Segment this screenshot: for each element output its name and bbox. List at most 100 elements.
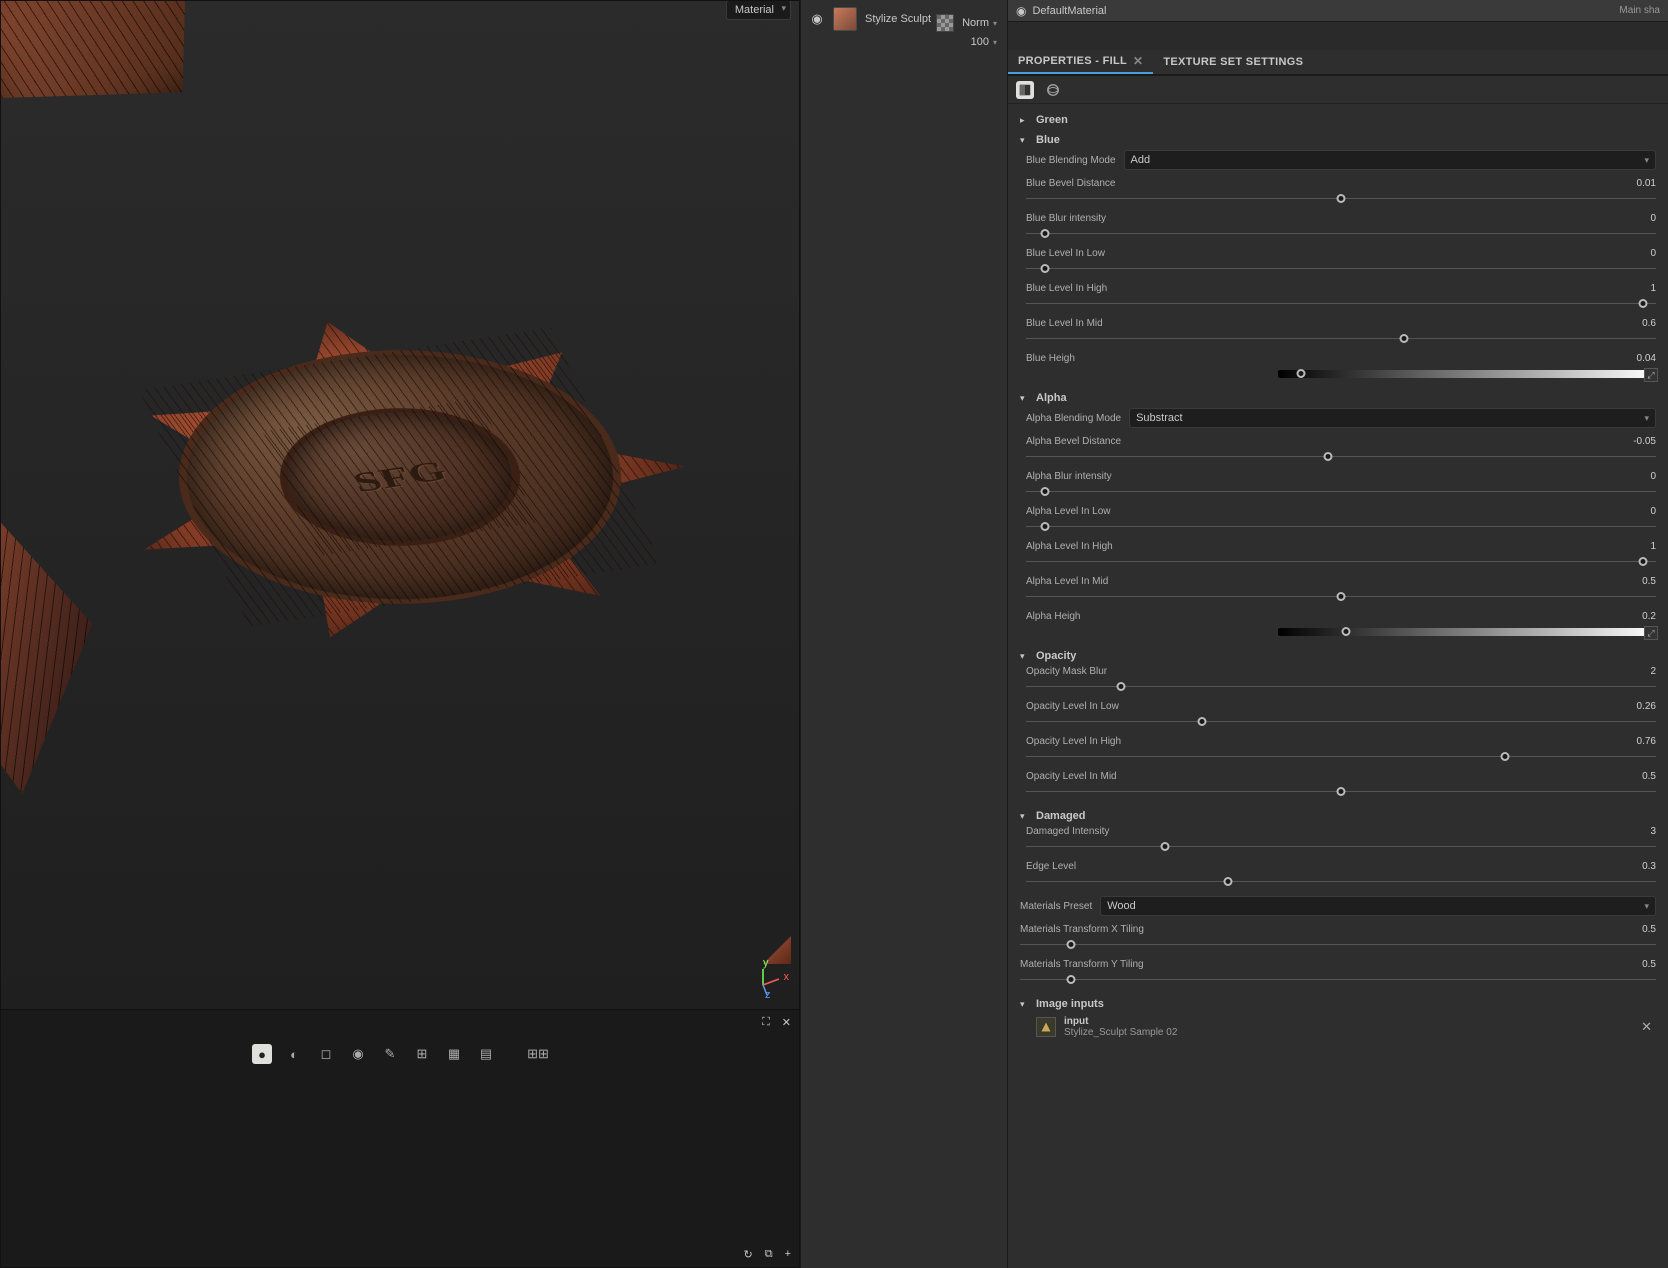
prop-label: Materials Preset <box>1020 901 1092 912</box>
section-blue[interactable]: ▾ Blue <box>1020 128 1656 148</box>
slider[interactable] <box>1026 228 1656 240</box>
alpha-level-high: Alpha Level In High1 <box>1026 539 1656 574</box>
channel-icon-height[interactable]: ✎ <box>380 1044 400 1064</box>
slider[interactable] <box>1026 841 1656 853</box>
close-icon[interactable]: ✕ <box>1133 54 1143 68</box>
expand-icon[interactable]: ⤢ <box>1644 368 1658 382</box>
material-header: ◉ DefaultMaterial Main sha <box>1008 0 1668 22</box>
slider[interactable] <box>1026 591 1656 603</box>
section-opacity[interactable]: ▾ Opacity <box>1020 644 1656 664</box>
axis-z-label: z <box>765 989 771 1001</box>
chevron-right-icon: ▸ <box>1020 115 1030 126</box>
viewport-3d[interactable]: Material y x z <box>0 0 800 1010</box>
slider[interactable] <box>1026 298 1656 310</box>
properties-scroll[interactable]: ▸ Green ▾ Blue Blue Blending Mode Add Bl… <box>1008 104 1668 1268</box>
tab-label: PROPERTIES - FILL <box>1018 55 1127 67</box>
alpha-blur: Alpha Blur intensity0 <box>1026 469 1656 504</box>
viewport-mode-label: Material <box>735 4 774 16</box>
channel-icon-ao[interactable]: ◐ <box>284 1044 304 1064</box>
tiling-x: Materials Transform X Tiling0.5 <box>1020 922 1656 957</box>
layer-opacity-value: 100 <box>971 36 989 48</box>
slider[interactable] <box>1026 486 1656 498</box>
slider[interactable] <box>1026 451 1656 463</box>
close-icon[interactable]: ✕ <box>782 1016 791 1029</box>
channel-icon-basecolor[interactable]: ● <box>252 1044 272 1064</box>
channel-icon-normal[interactable]: ◻ <box>316 1044 336 1064</box>
tab-texture-set[interactable]: TEXTURE SET SETTINGS <box>1153 50 1313 74</box>
tab-properties[interactable]: PROPERTIES - FILL ✕ <box>1008 50 1153 74</box>
channel-icon-user[interactable]: ▤ <box>476 1044 496 1064</box>
blue-level-low: Blue Level In Low0 <box>1026 246 1656 281</box>
section-label: Damaged <box>1036 810 1086 822</box>
chevron-down-icon: ▾ <box>1020 999 1030 1010</box>
alpha-level-mid: Alpha Level In Mid0.5 <box>1026 574 1656 609</box>
section-image-inputs[interactable]: ▾ Image inputs <box>1020 992 1656 1012</box>
section-damaged[interactable]: ▾ Damaged <box>1020 804 1656 824</box>
fill-mode-icon[interactable] <box>1016 81 1034 99</box>
history-refresh-icon[interactable]: ↻ <box>743 1248 752 1261</box>
blue-level-mid: Blue Level In Mid0.6 <box>1026 316 1656 351</box>
blue-level-high: Blue Level In High1 <box>1026 281 1656 316</box>
viewport-mode-dropdown[interactable]: Material <box>726 0 791 20</box>
add-icon[interactable]: + <box>785 1248 791 1261</box>
slider[interactable] <box>1026 263 1656 275</box>
opacity-mask-blur: Opacity Mask Blur2 <box>1026 664 1656 699</box>
section-label: Alpha <box>1036 392 1067 404</box>
chevron-down-icon: ▾ <box>1020 811 1030 822</box>
blue-blend-mode-dropdown[interactable]: Add <box>1124 150 1656 170</box>
slider[interactable] <box>1026 193 1656 205</box>
grid-icon[interactable]: ⊞⊞ <box>528 1044 548 1064</box>
shader-label[interactable]: Main sha <box>1619 5 1660 16</box>
slider[interactable]: ⤢ <box>1278 626 1656 638</box>
chevron-down-icon: ▾ <box>1020 393 1030 404</box>
alpha-blend-mode-dropdown[interactable]: Substract <box>1129 408 1656 428</box>
layer-opacity-dropdown[interactable]: 100 <box>971 36 997 48</box>
slider[interactable] <box>1026 333 1656 345</box>
input-name: Stylize_Sculpt Sample 02 <box>1064 1027 1177 1038</box>
mesh-fragment <box>0 518 113 800</box>
chevron-down-icon: ▾ <box>1020 135 1030 146</box>
slider[interactable] <box>1026 876 1656 888</box>
mesh-preview <box>57 280 743 673</box>
slider[interactable] <box>1020 939 1656 951</box>
checker-icon <box>936 14 954 32</box>
section-label: Blue <box>1036 134 1060 146</box>
slider[interactable] <box>1026 786 1656 798</box>
axis-gizmo[interactable]: y x z <box>745 957 789 1001</box>
layer-thumbnail[interactable] <box>833 7 857 31</box>
folder-icon[interactable]: ⧉ <box>765 1248 773 1261</box>
slider[interactable] <box>1026 556 1656 568</box>
close-icon[interactable]: ✕ <box>1641 1019 1656 1035</box>
alpha-level-low: Alpha Level In Low0 <box>1026 504 1656 539</box>
projection-mode-icon[interactable] <box>1044 81 1062 99</box>
image-input-row[interactable]: input Stylize_Sculpt Sample 02 ✕ <box>1020 1012 1656 1040</box>
section-green[interactable]: ▸ Green <box>1020 108 1656 128</box>
image-thumbnail[interactable] <box>1036 1017 1056 1037</box>
section-label: Opacity <box>1036 650 1076 662</box>
visibility-icon[interactable]: ◉ <box>809 11 825 27</box>
expand-icon[interactable]: ⛶ <box>762 1016 770 1029</box>
materials-preset-dropdown[interactable]: Wood <box>1100 896 1656 916</box>
tab-label: TEXTURE SET SETTINGS <box>1163 56 1303 68</box>
blue-blur: Blue Blur intensity0 <box>1026 211 1656 246</box>
opacity-level-low: Opacity Level In Low0.26 <box>1026 699 1656 734</box>
slider[interactable] <box>1020 974 1656 986</box>
alpha-bevel-distance: Alpha Bevel Distance-0.05 <box>1026 434 1656 469</box>
blend-mode-label: Norm <box>962 17 989 29</box>
material-name[interactable]: DefaultMaterial <box>1032 5 1613 17</box>
slider[interactable] <box>1026 751 1656 763</box>
chevron-down-icon: ▾ <box>1020 651 1030 662</box>
visibility-icon[interactable]: ◉ <box>1016 4 1026 18</box>
slider[interactable] <box>1026 716 1656 728</box>
channel-icon-metal[interactable]: ▦ <box>444 1044 464 1064</box>
slider[interactable] <box>1026 521 1656 533</box>
channel-icon-mask[interactable]: ◉ <box>348 1044 368 1064</box>
viewport-2d[interactable]: ⛶ ✕ ● ◐ ◻ ◉ ✎ ⊞ ▦ ▤ ⊞⊞ ↻ ⧉ + <box>0 1010 800 1268</box>
blend-mode-dropdown[interactable]: Norm <box>936 14 997 32</box>
expand-icon[interactable]: ⤢ <box>1644 626 1658 640</box>
section-alpha[interactable]: ▾ Alpha <box>1020 386 1656 406</box>
channel-icon-rough[interactable]: ⊞ <box>412 1044 432 1064</box>
slider[interactable] <box>1026 681 1656 693</box>
blue-bevel-distance: Blue Bevel Distance0.01 <box>1026 176 1656 211</box>
slider[interactable]: ⤢ <box>1278 368 1656 380</box>
